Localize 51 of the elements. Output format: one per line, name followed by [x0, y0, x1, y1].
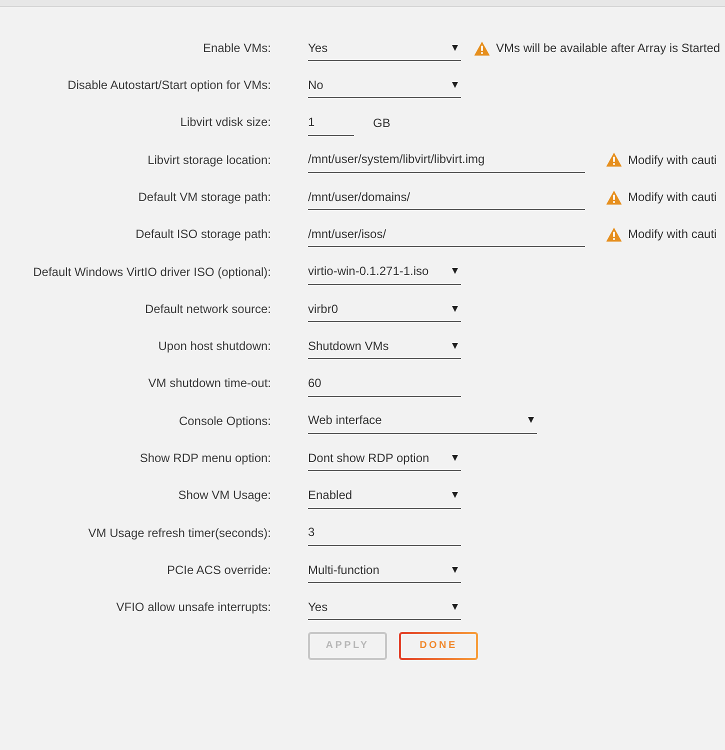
- caret-icon: [452, 604, 458, 610]
- dropdown-field[interactable]: Yes: [308, 594, 461, 620]
- caret-icon: [452, 82, 458, 88]
- caret-icon: [452, 268, 458, 274]
- setting-label: Enable VMs:: [202, 40, 271, 56]
- setting-label: Default ISO storage path:: [134, 227, 271, 242]
- text-field[interactable]: /mnt/user/isos/: [308, 221, 585, 248]
- dropdown-field[interactable]: Dont show RDP option: [308, 445, 461, 472]
- caret-icon: [452, 342, 458, 349]
- dropdown-field[interactable]: virbr0: [308, 296, 461, 322]
- text-field[interactable]: 60: [308, 370, 461, 397]
- warning-icon: [606, 190, 622, 205]
- setting-label: VFIO allow unsafe interrupts:: [115, 600, 271, 615]
- dropdown-field[interactable]: Multi-function: [308, 557, 461, 584]
- dropdown-field[interactable]: virtio-win-0.1.271-1.iso: [308, 258, 461, 285]
- text-field[interactable]: /mnt/user/system/libvirt/libvirt.img: [308, 146, 585, 173]
- setting-label: Libvirt vdisk size:: [179, 115, 271, 130]
- warning-text: VMs will be available after Array is Started: [496, 40, 720, 57]
- setting-label: Show VM Usage:: [177, 488, 271, 503]
- warning-text: Modify with cauti: [628, 189, 717, 206]
- dropdown-field[interactable]: Enabled: [308, 482, 461, 509]
- setting-label: PCIe ACS override:: [166, 562, 271, 578]
- caret-icon: [452, 44, 458, 50]
- setting-label: Console Options:: [178, 414, 271, 428]
- warning-text: Modify with cauti: [628, 226, 717, 244]
- setting-label: VM shutdown time-out:: [147, 376, 271, 391]
- dropdown-field[interactable]: Shutdown VMs: [308, 333, 461, 360]
- unit-label: GB: [373, 114, 390, 132]
- text-field[interactable]: 3: [308, 520, 461, 546]
- warning-text: Modify with cauti: [628, 152, 717, 169]
- dropdown-field[interactable]: Web interface: [308, 408, 537, 434]
- warning-icon: [474, 40, 490, 56]
- setting-label: Show RDP menu option:: [138, 451, 271, 466]
- setting-label: Default network source:: [144, 302, 271, 316]
- dropdown-field[interactable]: Yes: [308, 35, 461, 61]
- dropdown-field[interactable]: No: [308, 72, 461, 98]
- setting-label: Default VM storage path:: [137, 190, 271, 204]
- caret-icon: [452, 454, 458, 461]
- warning-icon: [606, 226, 622, 242]
- text-field[interactable]: /mnt/user/domains/: [308, 184, 585, 210]
- setting-label: Default Windows VirtIO driver ISO (optional):: [32, 264, 271, 279]
- setting-label: Libvirt storage location:: [146, 152, 271, 168]
- caret-icon: [452, 566, 458, 573]
- caret-icon: [452, 306, 458, 312]
- setting-label: VM Usage refresh timer(seconds):: [87, 526, 271, 540]
- caret-icon: [528, 417, 534, 424]
- text-field[interactable]: 1: [308, 110, 354, 136]
- warning-icon: [606, 152, 622, 168]
- caret-icon: [452, 492, 458, 498]
- setting-label: Disable Autostart/Start option for VMs:: [66, 78, 271, 92]
- setting-label: Upon host shutdown:: [157, 339, 271, 354]
